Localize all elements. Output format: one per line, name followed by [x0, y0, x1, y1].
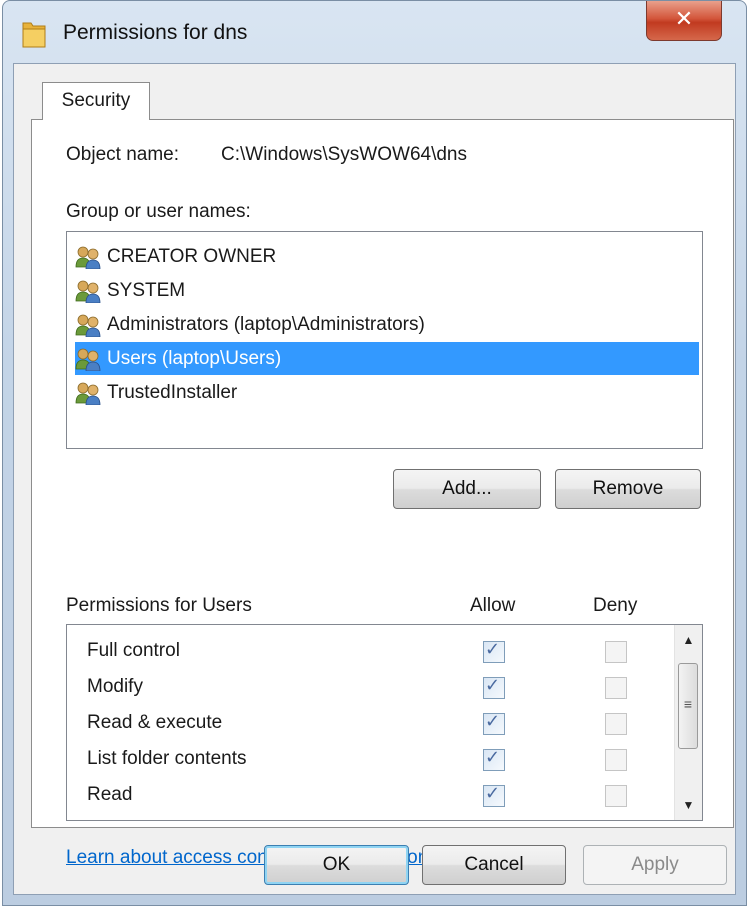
- permission-row: Full control ✓: [67, 634, 667, 670]
- permissions-dialog: Permissions for dns ✕ Security Object na…: [2, 0, 747, 906]
- permissions-header: Permissions for Users: [66, 595, 252, 616]
- object-name-label: Object name:: [66, 144, 179, 165]
- checkmark-icon: ✓: [485, 639, 501, 659]
- add-button[interactable]: Add...: [393, 469, 541, 509]
- tab-security[interactable]: Security: [42, 82, 150, 120]
- user-group-icon: [75, 279, 103, 304]
- remove-button[interactable]: Remove: [555, 469, 701, 509]
- checkmark-icon: ✓: [485, 783, 501, 803]
- user-name: Administrators (laptop\Administrators): [107, 314, 425, 335]
- permission-name: Modify: [87, 676, 143, 697]
- deny-checkbox[interactable]: [605, 677, 627, 699]
- user-list[interactable]: CREATOR OWNER SYSTEM Administrators (lapto…: [66, 231, 703, 449]
- deny-checkbox[interactable]: [605, 749, 627, 771]
- scroll-down-icon[interactable]: ▼: [675, 792, 702, 818]
- user-group-icon: [75, 245, 103, 270]
- user-name: SYSTEM: [107, 280, 186, 301]
- allow-checkbox[interactable]: ✓: [483, 747, 505, 771]
- close-icon: ✕: [674, 6, 694, 31]
- user-group-icon: [75, 347, 103, 372]
- allow-checkbox[interactable]: ✓: [483, 711, 505, 735]
- allow-checkbox[interactable]: ✓: [483, 675, 505, 699]
- list-item[interactable]: TrustedInstaller: [75, 376, 699, 409]
- allow-checkbox[interactable]: ✓: [483, 783, 505, 807]
- permission-row: Read & execute ✓: [67, 706, 667, 742]
- permission-name: Full control: [87, 640, 180, 661]
- permission-row: Modify ✓: [67, 670, 667, 706]
- user-name: Users (laptop\Users): [107, 348, 282, 369]
- deny-checkbox[interactable]: [605, 641, 627, 663]
- list-item[interactable]: Users (laptop\Users): [75, 342, 699, 375]
- permission-name: Read & execute: [87, 712, 223, 733]
- permissions-list: Read ✓ List folder contents ✓ Read & execute…: [66, 624, 703, 821]
- folder-icon: [22, 22, 46, 48]
- security-panel: Object name: C:\Windows\SysWOW64\dns Gro…: [31, 119, 734, 868]
- scroll-up-icon[interactable]: ▲: [675, 627, 702, 653]
- deny-checkbox[interactable]: [605, 785, 627, 807]
- user-name: CREATOR OWNER: [107, 246, 277, 267]
- list-item[interactable]: Administrators (laptop\Administrators): [75, 308, 699, 341]
- window-title: Permissions for dns: [63, 21, 248, 44]
- permission-row: List folder contents ✓: [67, 742, 667, 778]
- permission-row: Read ✓: [67, 778, 667, 814]
- ok-button[interactable]: OK: [264, 845, 409, 885]
- object-name-value: C:\Windows\SysWOW64\dns: [221, 144, 467, 165]
- cancel-button[interactable]: Cancel: [422, 845, 566, 885]
- checkmark-icon: ✓: [485, 711, 501, 731]
- user-name: TrustedInstaller: [107, 382, 238, 403]
- close-button[interactable]: ✕: [646, 1, 722, 41]
- permission-name: Read: [87, 784, 133, 805]
- user-group-icon: [75, 313, 103, 338]
- title-bar[interactable]: Permissions for dns ✕: [3, 1, 746, 63]
- checkmark-icon: ✓: [485, 675, 501, 695]
- apply-button[interactable]: Apply: [583, 845, 727, 885]
- permission-name: List folder contents: [87, 748, 247, 769]
- checkmark-icon: ✓: [485, 747, 501, 767]
- dialog-body: Security Object name: C:\Windows\SysWOW6…: [13, 63, 736, 895]
- list-item[interactable]: SYSTEM: [75, 274, 699, 307]
- allow-column-label: Allow: [470, 595, 516, 616]
- group-names-label: Group or user names:: [66, 201, 251, 222]
- list-item[interactable]: CREATOR OWNER: [75, 240, 699, 273]
- deny-column-label: Deny: [593, 595, 638, 616]
- allow-checkbox[interactable]: ✓: [483, 639, 505, 663]
- user-group-icon: [75, 381, 103, 406]
- deny-checkbox[interactable]: [605, 713, 627, 735]
- permissions-scrollbar[interactable]: ▲ ≡ ▼: [674, 625, 702, 820]
- scroll-thumb[interactable]: ≡: [678, 663, 698, 749]
